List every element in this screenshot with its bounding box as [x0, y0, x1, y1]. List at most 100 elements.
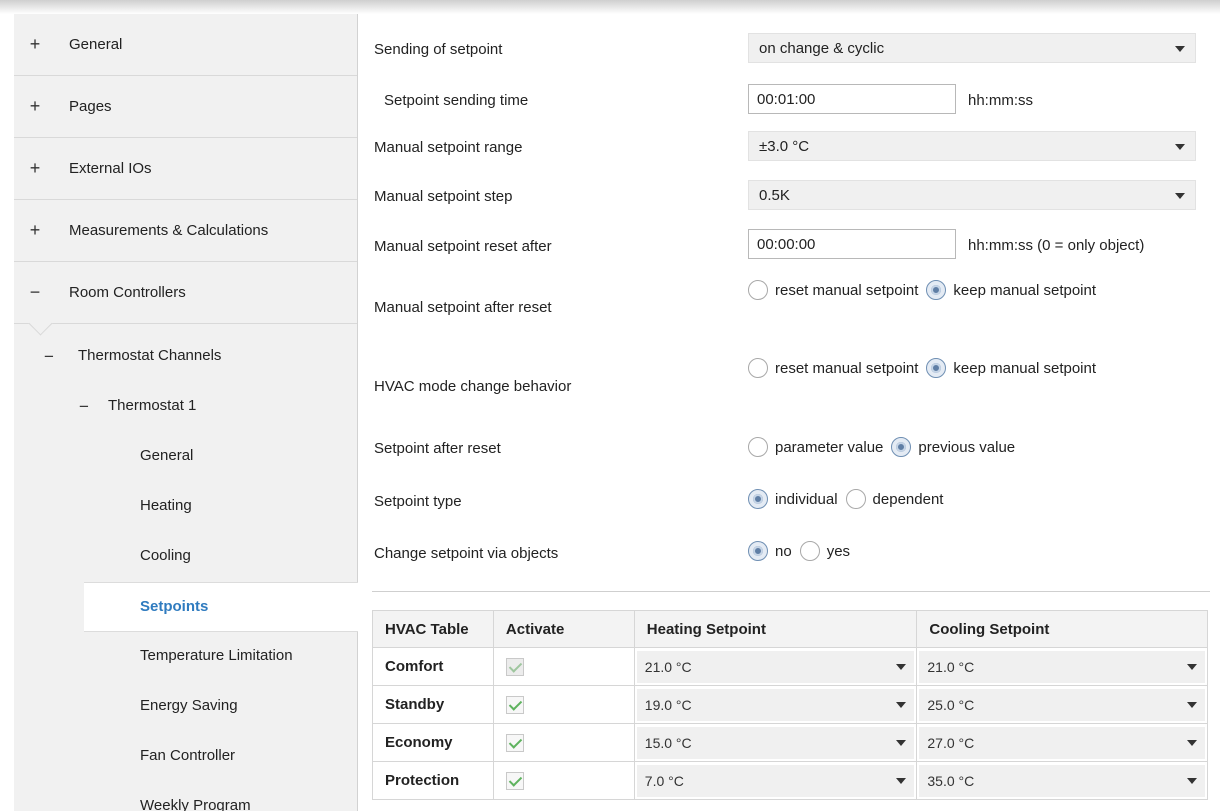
sidebar-item-label: Room Controllers	[69, 284, 186, 301]
radio-label[interactable]: yes	[827, 543, 850, 560]
tree-item-cooling[interactable]: Cooling	[14, 532, 357, 582]
manual-setpoint-step-dropdown[interactable]: 0.5K	[748, 180, 1196, 210]
radio-reset-manual-setpoint[interactable]	[748, 280, 768, 300]
sidebar-item-measurements[interactable]: + Measurements & Calculations	[14, 200, 357, 262]
tree-item-temperature-limitation[interactable]: Temperature Limitation	[14, 632, 357, 682]
activate-cell	[492, 761, 635, 800]
expand-plus-icon[interactable]: +	[28, 96, 42, 117]
radio-keep-manual-setpoint[interactable]	[926, 358, 947, 378]
radio-label[interactable]: dependent	[873, 491, 944, 508]
radio-individual[interactable]	[748, 489, 768, 509]
setpoint-sending-time-input[interactable]: 00:01:00	[748, 84, 956, 114]
chevron-down-icon	[1187, 701, 1197, 708]
dropdown-value: 25.0 °C	[927, 696, 975, 713]
heating-cell: 7.0 °C	[633, 761, 918, 800]
chevron-down-icon	[1175, 144, 1185, 150]
column-header-activate: Activate	[492, 610, 635, 648]
param-hvac-mode-change-behavior: HVAC mode change behavior reset manual s…	[372, 358, 1204, 402]
heating-setpoint-dropdown[interactable]: 19.0 °C	[636, 688, 915, 721]
sidebar-item-label: Measurements & Calculations	[69, 222, 269, 239]
tree-item-thermostat-1[interactable]: − Thermostat 1	[14, 382, 357, 432]
expand-plus-icon[interactable]: +	[28, 34, 42, 55]
radio-reset-manual-setpoint[interactable]	[748, 358, 768, 378]
tree-item-heating[interactable]: Heating	[14, 482, 357, 532]
sidebar-item-general[interactable]: + General	[14, 14, 357, 76]
activate-checkbox[interactable]	[505, 733, 524, 752]
activate-checkbox	[505, 657, 524, 676]
expand-plus-icon[interactable]: +	[28, 158, 42, 179]
unit-label: hh:mm:ss	[968, 92, 1034, 109]
tree-item-energy-saving[interactable]: Energy Saving	[14, 682, 357, 732]
collapse-minus-icon[interactable]: −	[79, 397, 89, 417]
expand-plus-icon[interactable]: +	[28, 220, 42, 241]
manual-setpoint-reset-after-input[interactable]: 00:00:00	[748, 229, 956, 259]
activate-checkbox[interactable]	[505, 771, 524, 790]
section-divider	[372, 591, 1210, 592]
hvac-mode-change-behavior-radio-group: reset manual setpoint keep manual setpoi…	[748, 358, 1104, 378]
tree-item-label: Temperature Limitation	[140, 647, 293, 664]
setpoint-type-radio-group: individual dependent	[748, 489, 951, 509]
heating-setpoint-dropdown[interactable]: 15.0 °C	[636, 726, 915, 759]
radio-previous-value[interactable]	[891, 437, 912, 457]
sidebar-item-label: Pages	[69, 98, 112, 115]
radio-label[interactable]: reset manual setpoint	[775, 360, 918, 377]
window: + General + Pages + External IOs + Measu…	[0, 0, 1220, 811]
tree-item-label: Setpoints	[140, 598, 209, 615]
param-label: Manual setpoint step	[374, 188, 513, 205]
radio-label[interactable]: keep manual setpoint	[953, 282, 1096, 299]
change-setpoint-via-objects-radio-group: no yes	[748, 541, 858, 561]
row-name: Economy	[372, 723, 494, 762]
radio-parameter-value[interactable]	[748, 437, 768, 457]
unit-label: hh:mm:ss (0 = only object)	[968, 237, 1145, 254]
dropdown-value: 27.0 °C	[927, 734, 975, 751]
tree-item-label: Cooling	[140, 547, 191, 564]
cooling-cell: 21.0 °C	[916, 647, 1208, 686]
tree-item-fan-controller[interactable]: Fan Controller	[14, 732, 357, 782]
radio-dependent[interactable]	[845, 489, 866, 509]
sending-of-setpoint-dropdown[interactable]: on change & cyclic	[748, 33, 1196, 63]
radio-label[interactable]: parameter value	[775, 439, 883, 456]
dropdown-value: ±3.0 °C	[759, 138, 810, 155]
cooling-setpoint-dropdown[interactable]: 25.0 °C	[919, 688, 1205, 721]
sidebar-item-room-controllers[interactable]: − Room Controllers	[14, 262, 357, 324]
sidebar-item-pages[interactable]: + Pages	[14, 76, 357, 138]
dropdown-value: 21.0 °C	[927, 658, 975, 675]
radio-label[interactable]: keep manual setpoint	[953, 360, 1096, 377]
sidebar-item-label: General	[69, 36, 123, 53]
radio-label[interactable]: previous value	[918, 439, 1015, 456]
cooling-setpoint-dropdown[interactable]: 21.0 °C	[919, 650, 1205, 683]
param-manual-setpoint-after-reset: Manual setpoint after reset reset manual…	[372, 280, 1204, 324]
dropdown-value: 15.0 °C	[644, 734, 692, 751]
radio-label[interactable]: reset manual setpoint	[775, 282, 918, 299]
collapse-minus-icon[interactable]: −	[28, 282, 42, 303]
cooling-setpoint-dropdown[interactable]: 27.0 °C	[919, 726, 1205, 759]
radio-keep-manual-setpoint[interactable]	[926, 280, 947, 300]
heating-setpoint-dropdown[interactable]: 7.0 °C	[636, 764, 915, 797]
radio-label[interactable]: no	[775, 543, 792, 560]
radio-label[interactable]: individual	[775, 491, 838, 508]
heating-setpoint-dropdown[interactable]: 21.0 °C	[636, 650, 915, 683]
collapse-minus-icon[interactable]: −	[44, 347, 54, 367]
tree-item-weekly-program[interactable]: Weekly Program	[14, 782, 357, 811]
chevron-down-icon	[896, 663, 907, 670]
radio-yes[interactable]	[799, 541, 820, 561]
table-row: Comfort 21.0 °C 21.0 °C	[372, 647, 1208, 686]
sidebar-item-external-ios[interactable]: + External IOs	[14, 138, 357, 200]
cooling-setpoint-dropdown[interactable]: 35.0 °C	[919, 764, 1205, 797]
activate-checkbox[interactable]	[505, 695, 524, 714]
table-header-row: HVAC Table Activate Heating Setpoint Coo…	[372, 610, 1208, 648]
param-label: Setpoint sending time	[384, 92, 529, 109]
manual-setpoint-range-dropdown[interactable]: ±3.0 °C	[748, 131, 1196, 161]
tree-item-thermostat-channels[interactable]: − Thermostat Channels	[14, 332, 357, 382]
tree-item-general[interactable]: General	[14, 432, 357, 482]
param-label: Setpoint after reset	[374, 440, 501, 457]
heating-cell: 21.0 °C	[633, 647, 918, 686]
chevron-down-icon	[1187, 777, 1197, 784]
radio-no[interactable]	[748, 541, 768, 561]
param-label: Change setpoint via objects	[374, 545, 559, 562]
tree-item-setpoints[interactable]: Setpoints	[84, 582, 358, 632]
input-value: 00:00:00	[757, 236, 816, 253]
chevron-down-icon	[1187, 663, 1197, 670]
tree-item-label: Energy Saving	[140, 697, 238, 714]
